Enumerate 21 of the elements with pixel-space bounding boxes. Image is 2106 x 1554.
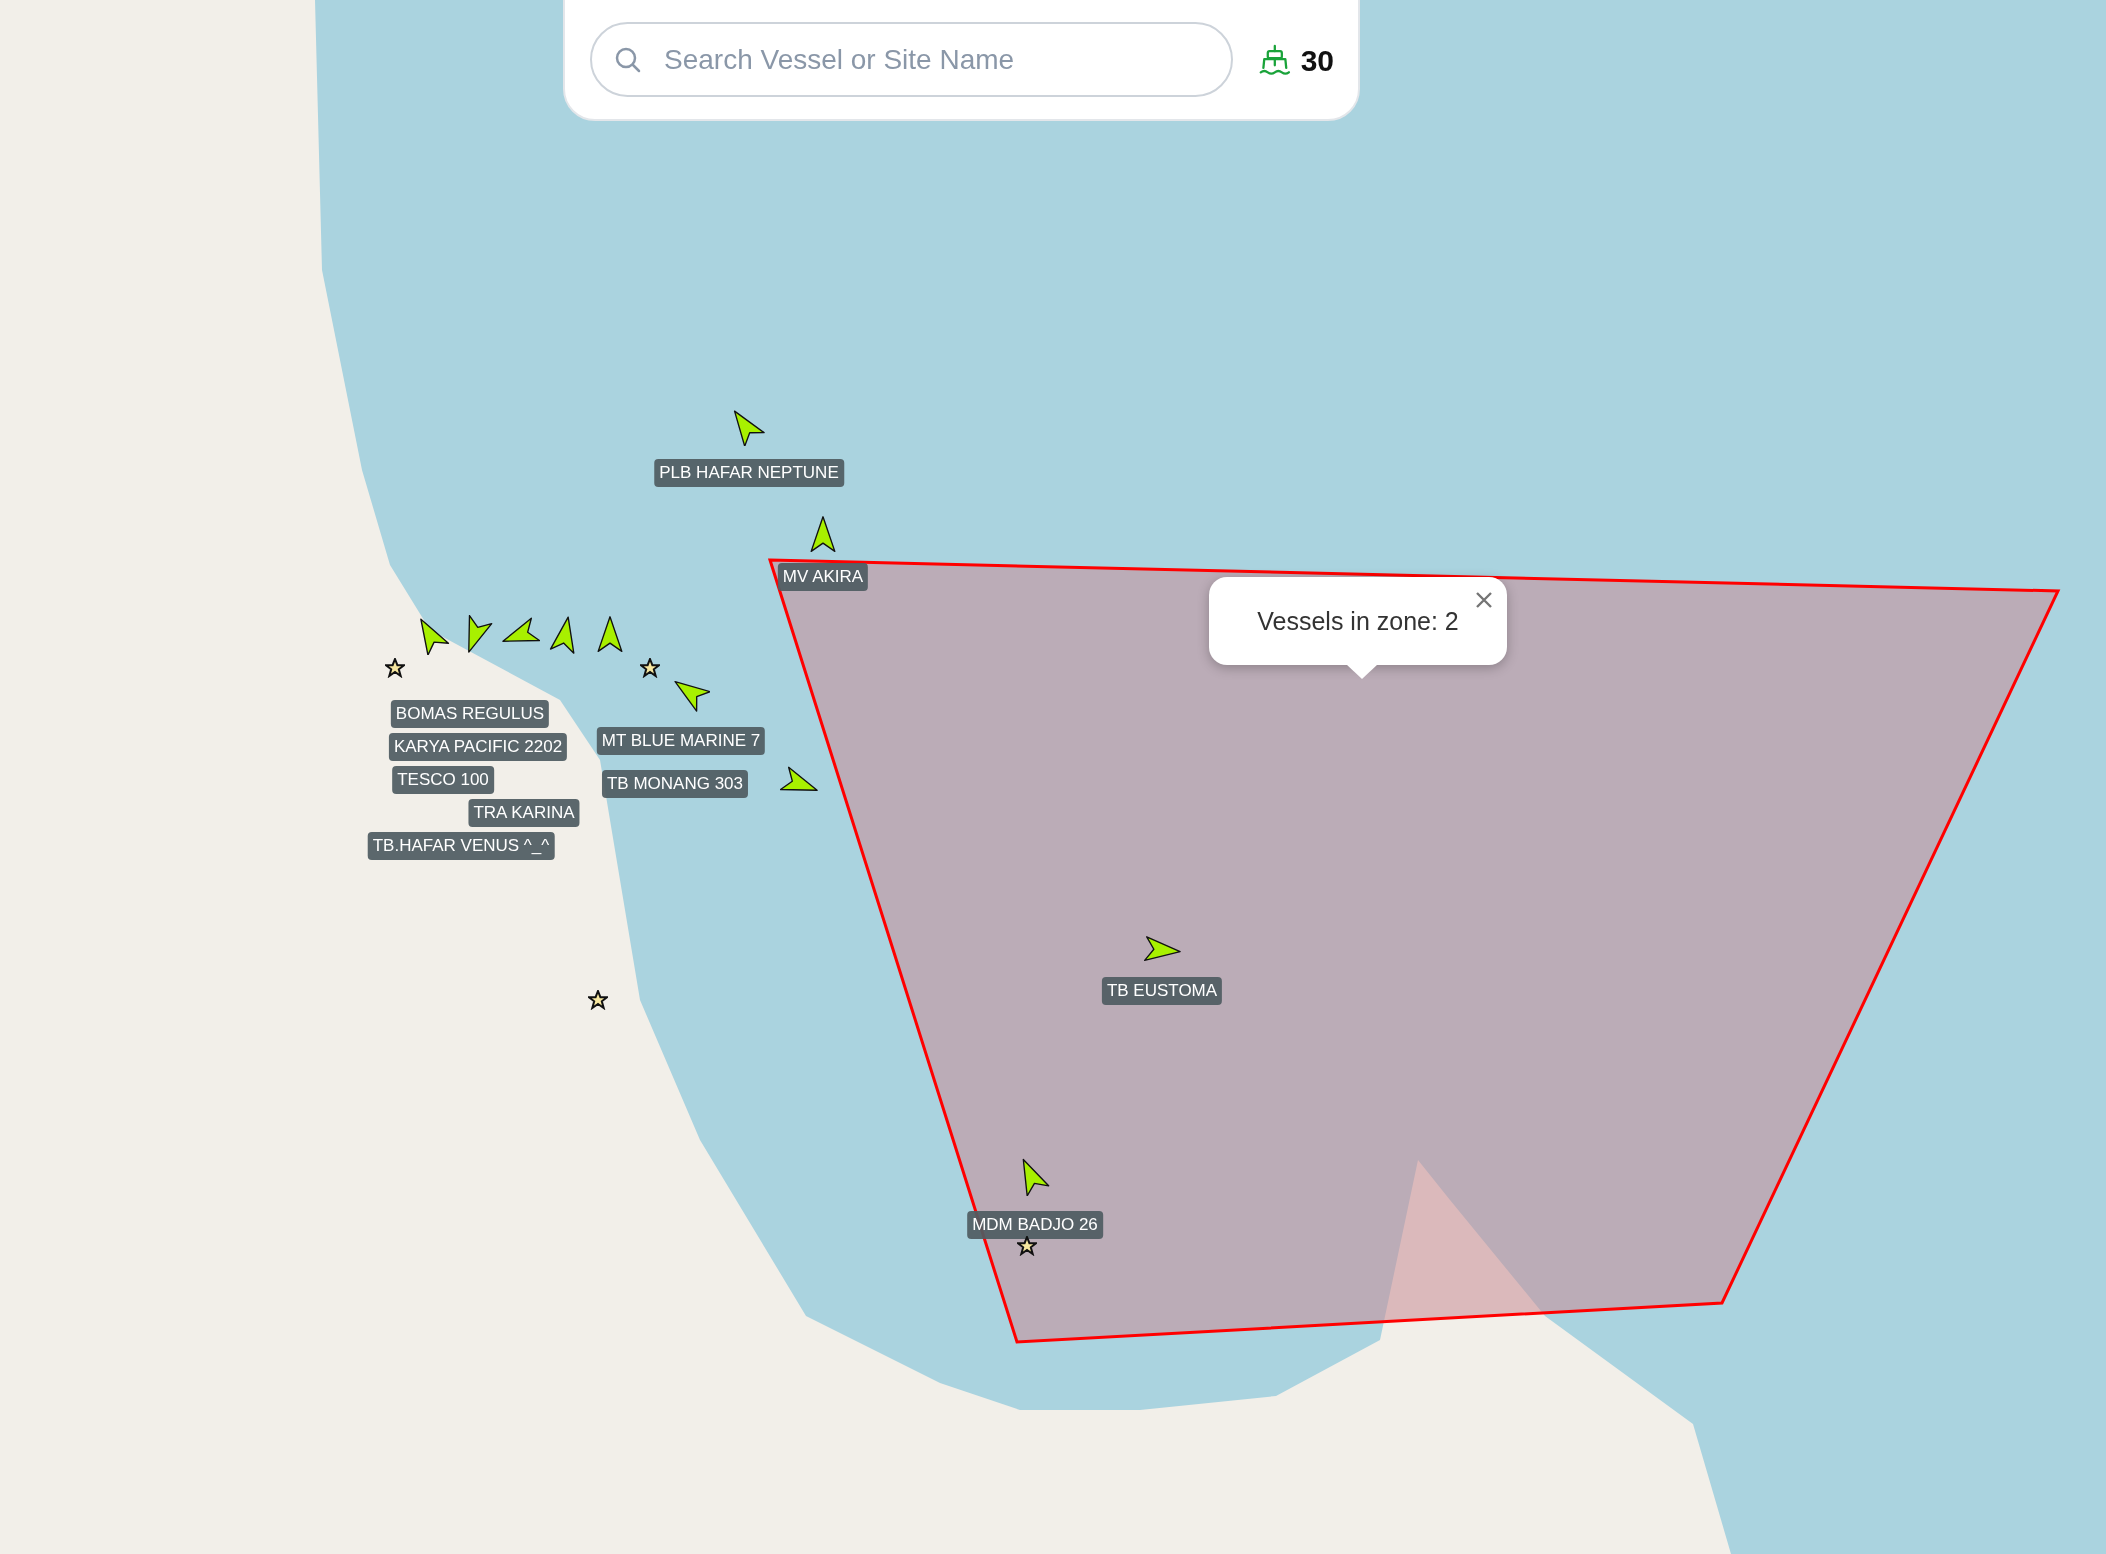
vessel-label[interactable]: TB.HAFAR VENUS ^_^ (367, 832, 555, 860)
vessel-label[interactable]: TB EUSTOMA (1101, 977, 1223, 1005)
ship-icon (1259, 42, 1291, 78)
vessel-label[interactable]: MDM BADJO 26 (967, 1211, 1103, 1239)
vessel-count: 30 (1300, 44, 1334, 78)
star-marker-icon[interactable] (588, 990, 608, 1010)
vessel-label[interactable]: MV AKIRA (777, 563, 869, 591)
vessel-label[interactable]: TESCO 100 (392, 766, 494, 794)
vessel-label[interactable]: KARYA PACIFIC 2202 (388, 733, 568, 761)
vessel-label[interactable]: TB MONANG 303 (602, 770, 748, 798)
close-icon[interactable] (1475, 591, 1493, 609)
popup-text: Vessels in zone: 2 (1257, 606, 1459, 636)
vessel-label[interactable]: TRA KARINA (468, 799, 580, 827)
star-marker-icon[interactable] (640, 658, 660, 678)
search-field[interactable]: Search Vessel or Site Name (590, 22, 1233, 97)
vessel-label[interactable]: BOMAS REGULUS (390, 700, 550, 728)
vessel-label[interactable]: MT BLUE MARINE 7 (596, 727, 766, 755)
vessel-label[interactable]: PLB HAFAR NEPTUNE (654, 459, 844, 487)
star-marker-icon[interactable] (1017, 1236, 1037, 1256)
star-marker-icon[interactable] (385, 658, 405, 678)
zone-polygon[interactable] (767, 558, 2061, 1344)
